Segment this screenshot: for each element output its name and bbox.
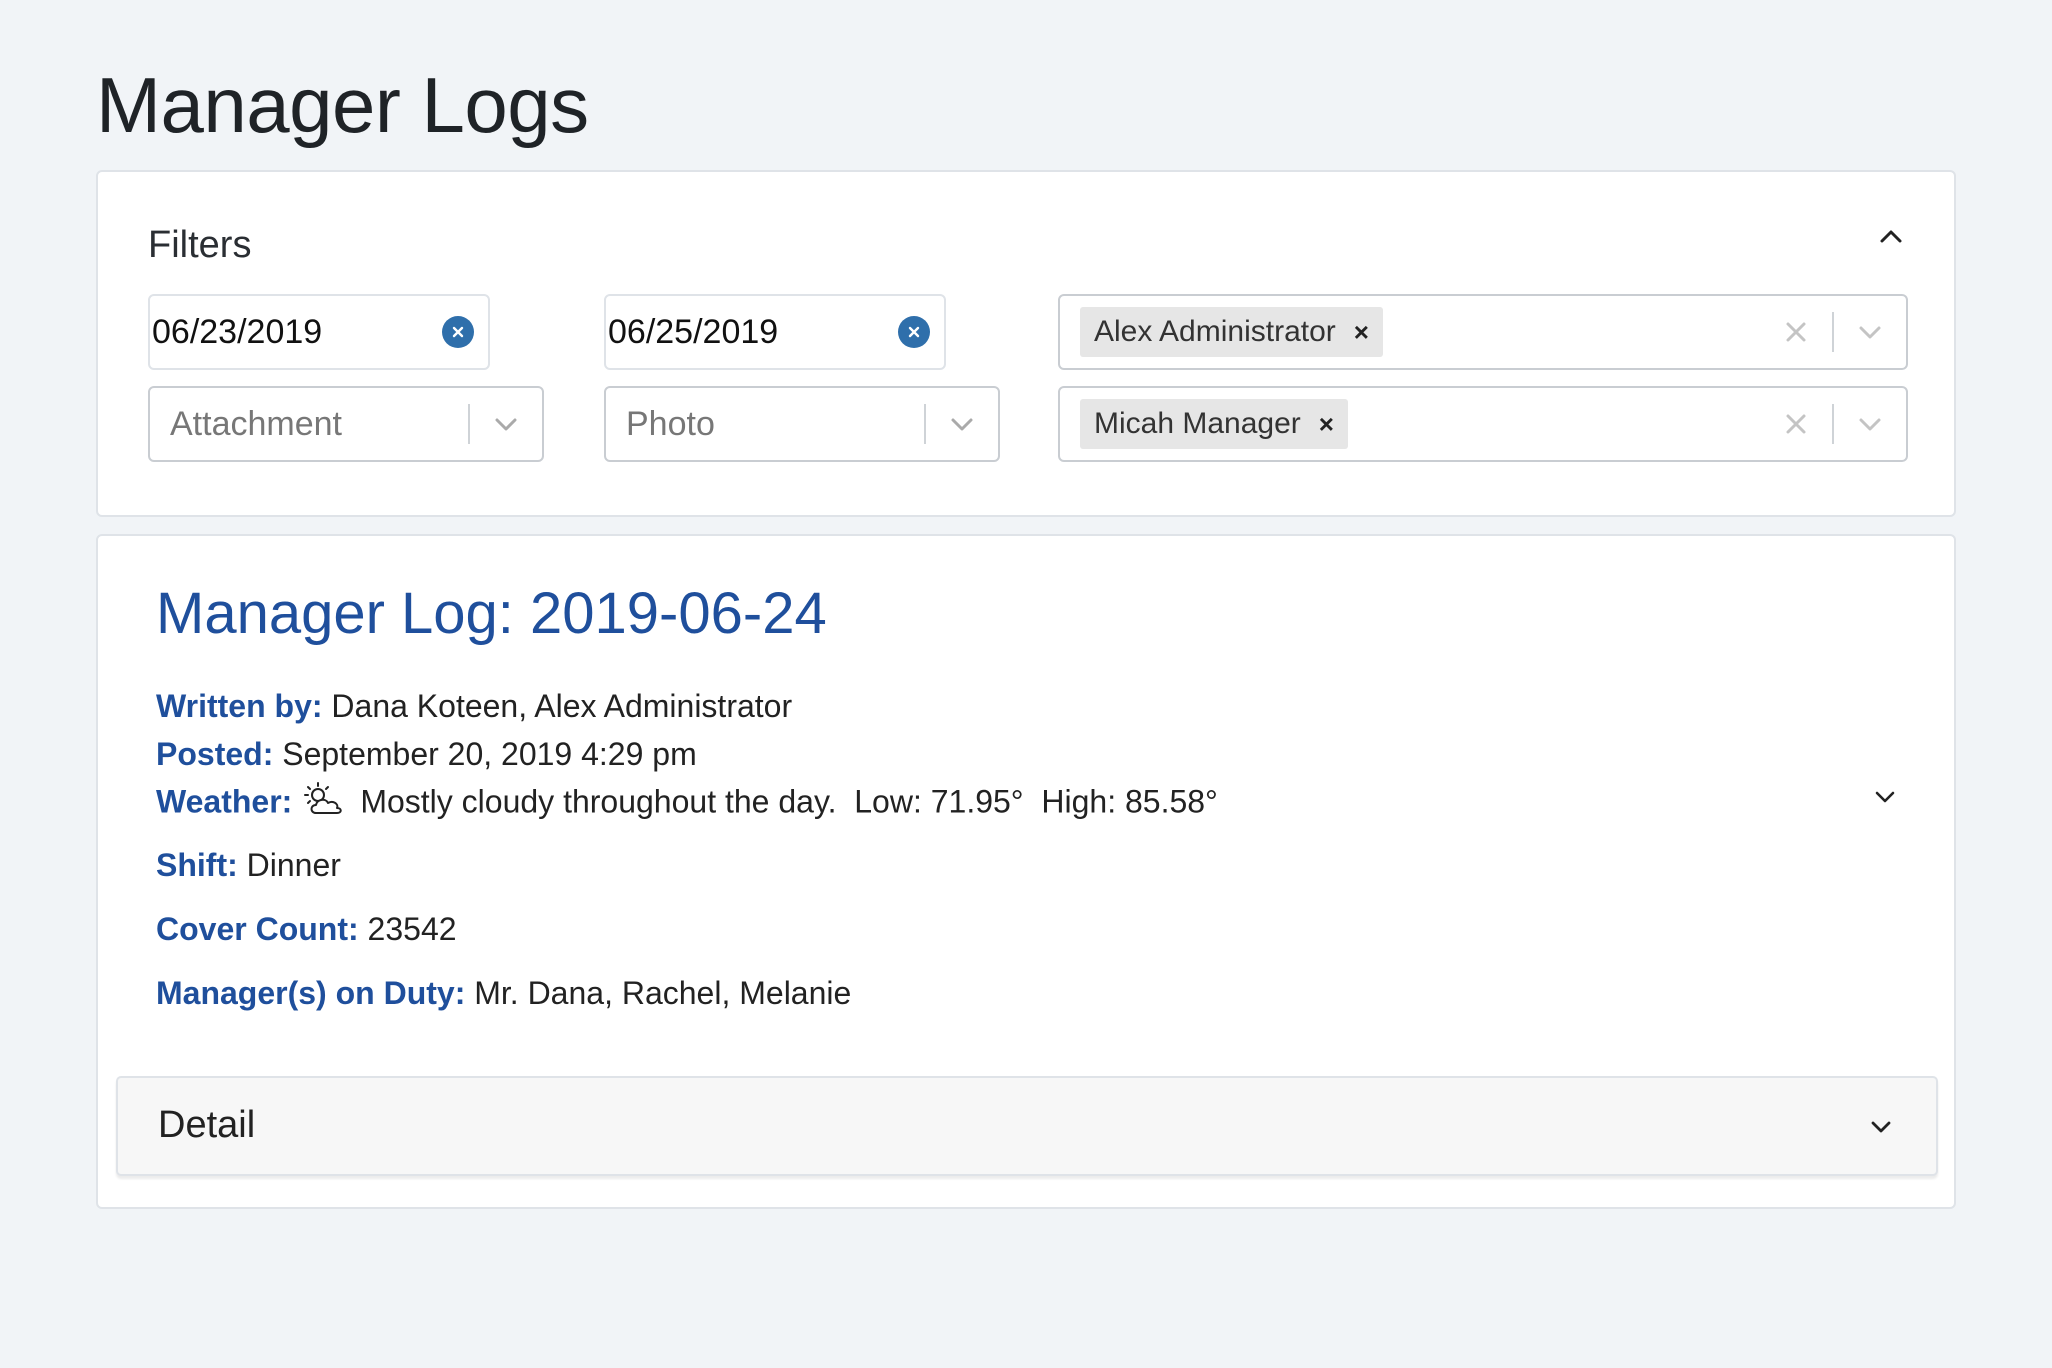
posted-row: Posted: September 20, 2019 4:29 pm — [156, 736, 697, 773]
photo-placeholder: Photo — [626, 404, 715, 443]
weather-text: Mostly cloudy throughout the day. — [360, 783, 837, 820]
cover-count-label: Cover Count: — [156, 911, 359, 947]
weather-row: Weather: Mostly cloudy throughout the da… — [156, 782, 1218, 826]
shift-value: Dinner — [246, 847, 341, 883]
photo-select[interactable]: Photo — [604, 386, 1000, 462]
weather-high: High: 85.58° — [1041, 783, 1218, 820]
detail-accordion[interactable]: Detail — [116, 1076, 1938, 1176]
remove-author-chip-icon[interactable]: × — [1354, 317, 1369, 348]
start-date-input[interactable]: 06/23/2019 — [148, 294, 490, 370]
managers-label: Manager(s) on Duty: — [156, 975, 466, 1011]
author-chip: Alex Administrator × — [1080, 307, 1383, 357]
author-chip-label: Alex Administrator — [1094, 315, 1336, 348]
posted-label: Posted: — [156, 736, 274, 772]
detail-label: Detail — [158, 1104, 256, 1146]
shift-label: Shift: — [156, 847, 238, 883]
written-by-label: Written by: — [156, 688, 323, 724]
filters-title: Filters — [148, 224, 252, 266]
written-by-row: Written by: Dana Koteen, Alex Administra… — [156, 688, 792, 725]
chevron-down-icon[interactable] — [1870, 782, 1900, 812]
photo-chevron-icon[interactable] — [926, 388, 998, 460]
manager-chip: Micah Manager × — [1080, 399, 1348, 449]
log-title[interactable]: Manager Log: 2019-06-24 — [156, 580, 827, 647]
chevron-down-icon[interactable] — [1866, 1112, 1896, 1142]
attachment-select[interactable]: Attachment — [148, 386, 544, 462]
clear-author-icon[interactable] — [1760, 296, 1832, 368]
end-date-value: 06/25/2019 — [608, 312, 779, 351]
end-date-input[interactable]: 06/25/2019 — [604, 294, 946, 370]
weather-low: Low: 71.95° — [854, 783, 1024, 820]
clear-manager-icon[interactable] — [1760, 388, 1832, 460]
manager-chip-label: Micah Manager — [1094, 407, 1301, 440]
remove-manager-chip-icon[interactable]: × — [1319, 409, 1334, 440]
manager-log-card: Manager Log: 2019-06-24 Written by: Dana… — [96, 534, 1956, 1209]
start-date-value: 06/23/2019 — [152, 312, 323, 351]
manager-dropdown-chevron-icon[interactable] — [1834, 388, 1906, 460]
shift-row: Shift: Dinner — [156, 847, 341, 884]
managers-value: Mr. Dana, Rachel, Melanie — [474, 975, 852, 1011]
attachment-placeholder: Attachment — [170, 404, 342, 443]
posted-value: September 20, 2019 4:29 pm — [282, 736, 697, 772]
author-dropdown-chevron-icon[interactable] — [1834, 296, 1906, 368]
cover-count-value: 23542 — [367, 911, 457, 947]
author-select[interactable]: Alex Administrator × — [1058, 294, 1908, 370]
written-by-value: Dana Koteen, Alex Administrator — [331, 688, 793, 724]
cover-count-row: Cover Count: 23542 — [156, 911, 457, 948]
chevron-up-icon[interactable] — [1876, 222, 1906, 252]
manager-select[interactable]: Micah Manager × — [1058, 386, 1908, 462]
managers-row: Manager(s) on Duty: Mr. Dana, Rachel, Me… — [156, 975, 851, 1012]
weather-label: Weather: — [156, 783, 293, 820]
attachment-chevron-icon[interactable] — [470, 388, 542, 460]
clear-end-date-icon[interactable] — [898, 316, 930, 348]
clear-start-date-icon[interactable] — [442, 316, 474, 348]
page-title: Manager Logs — [96, 61, 589, 149]
partly-cloudy-icon — [304, 782, 346, 826]
filters-panel: Filters 06/23/2019 06/25/2019 Alex Admin… — [96, 170, 1956, 517]
